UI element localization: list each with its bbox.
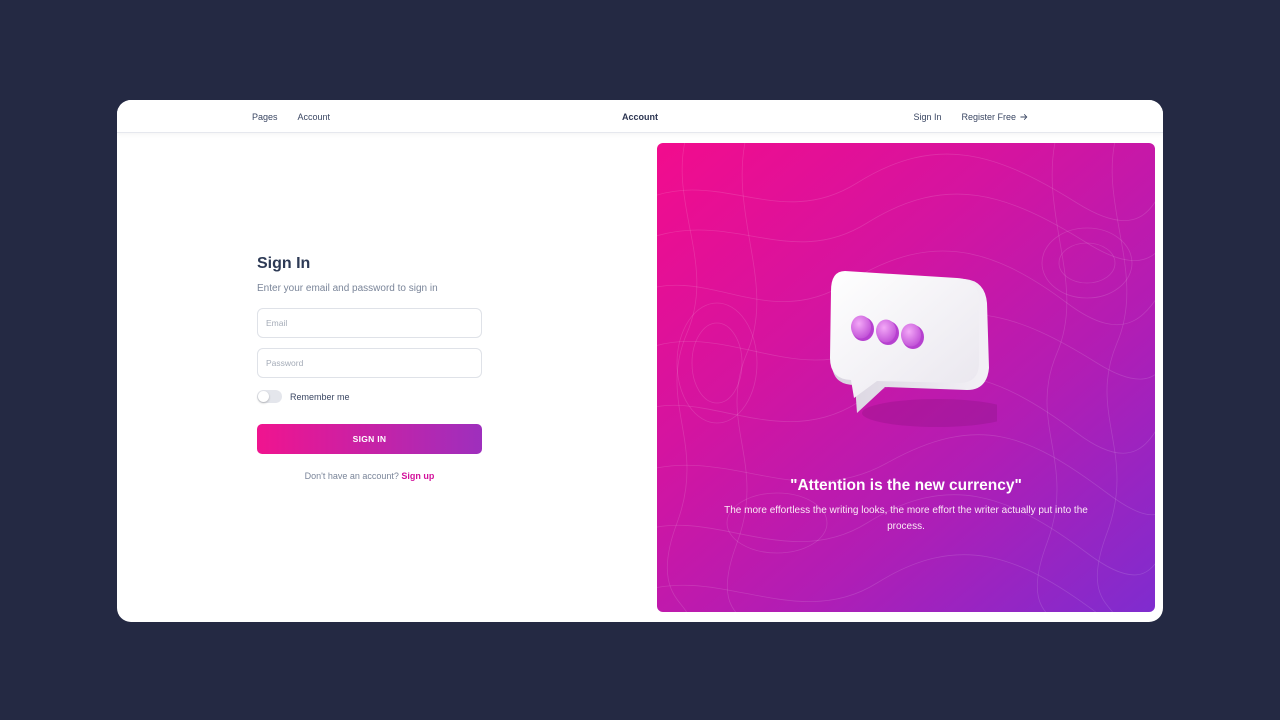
arrow-right-icon	[1020, 113, 1028, 120]
chat-bubble-icon	[830, 271, 997, 427]
email-field[interactable]	[257, 308, 482, 338]
form-subtitle: Enter your email and password to sign in	[257, 283, 438, 294]
sign-in-form: Sign In Enter your email and password to…	[257, 255, 482, 481]
hero-quote: "Attention is the new currency"	[790, 477, 1022, 494]
nav-link-sign-in[interactable]: Sign In	[913, 112, 941, 122]
register-free-link[interactable]: Register Free	[961, 112, 1028, 122]
nav-brand[interactable]: Account	[622, 112, 658, 122]
remember-me-row: Remember me	[257, 390, 482, 403]
form-title: Sign In	[257, 255, 311, 272]
sign-in-button[interactable]: SIGN IN	[257, 424, 482, 454]
nav-link-account[interactable]: Account	[298, 112, 331, 122]
password-field[interactable]	[257, 348, 482, 378]
remember-me-toggle[interactable]	[257, 390, 282, 403]
app-window: Pages Account Account Sign In Register F…	[117, 100, 1163, 622]
toggle-knob	[258, 391, 269, 402]
sign-up-link[interactable]: Sign up	[401, 471, 434, 481]
hero-panel: "Attention is the new currency" The more…	[657, 143, 1155, 612]
signup-row: Don't have an account? Sign up	[257, 471, 482, 481]
remember-me-label: Remember me	[290, 391, 350, 402]
nav-right-group: Sign In Register Free	[913, 100, 1028, 133]
signup-prompt: Don't have an account?	[304, 471, 399, 481]
nav-left-group: Pages Account	[252, 100, 330, 133]
register-free-label: Register Free	[961, 111, 1016, 122]
nav-link-pages[interactable]: Pages	[252, 112, 278, 122]
hero-description: The more effortless the writing looks, t…	[724, 505, 1088, 532]
top-navbar: Pages Account Account Sign In Register F…	[117, 100, 1163, 133]
